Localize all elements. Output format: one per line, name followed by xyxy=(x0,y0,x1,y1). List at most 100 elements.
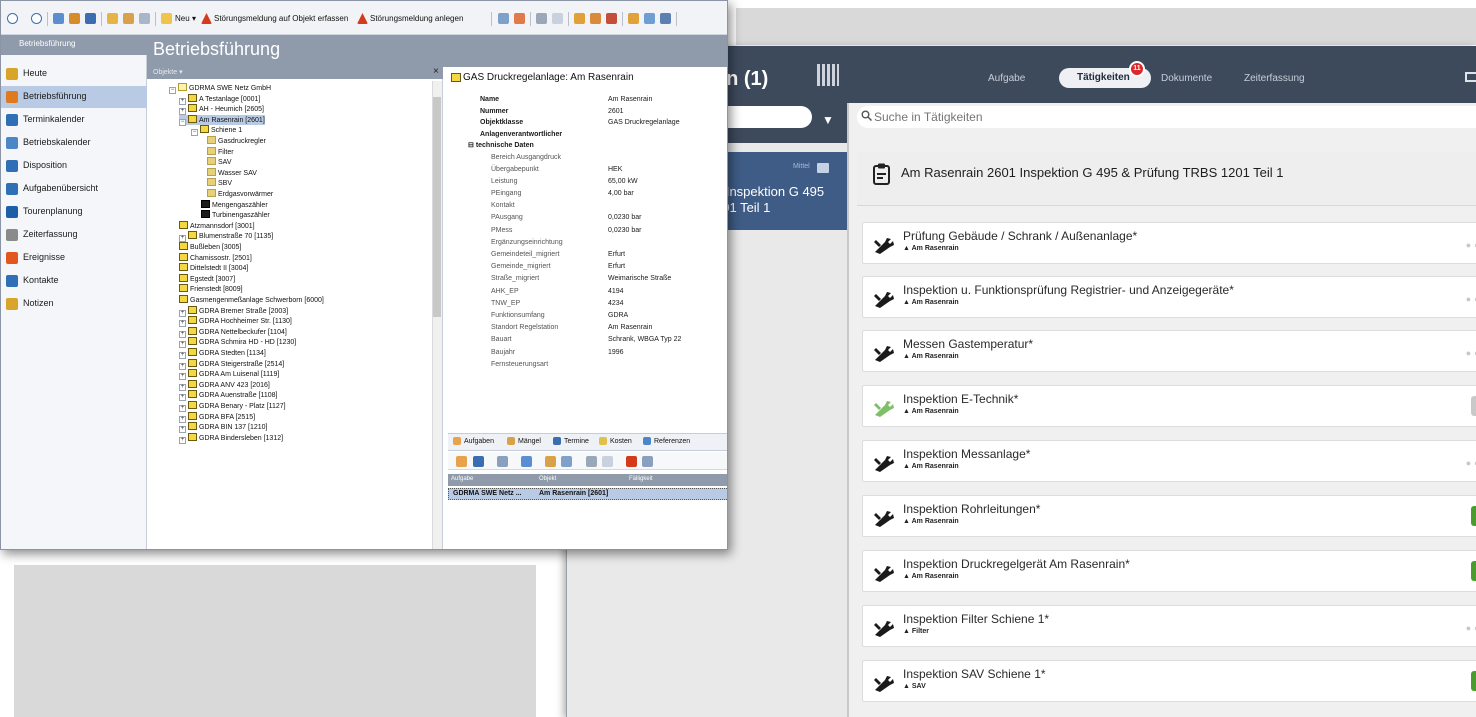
tree-node[interactable]: Mengengaszähler xyxy=(201,200,268,210)
tree-node[interactable]: + Blumenstraße 70 [1135] xyxy=(179,231,273,242)
tree-node[interactable]: Filter xyxy=(207,147,234,157)
archive-icon[interactable] xyxy=(660,13,671,24)
chevron-down-icon[interactable]: ▼ xyxy=(822,113,834,127)
tree-node[interactable]: + GDRA Benary - Platz [1127] xyxy=(179,401,286,412)
panel-divider[interactable] xyxy=(847,103,849,717)
tree-node[interactable]: Turbinengaszähler xyxy=(201,210,270,220)
column-header-aufgabe[interactable]: Aufgabe xyxy=(451,476,473,482)
close-icon[interactable]: × xyxy=(433,66,439,77)
tab-m-ngel[interactable]: Mängel xyxy=(518,438,541,445)
tree-root-node[interactable]: − GDRMA SWE Netz GmbH xyxy=(169,83,271,94)
person-icon[interactable] xyxy=(574,13,585,24)
tree-node[interactable]: Chamissostr. [2501] xyxy=(179,253,252,263)
create-fault-report-button[interactable]: Störungsmeldung anlegen xyxy=(370,13,463,25)
expand-toggle-icon[interactable]: + xyxy=(179,108,186,115)
group-icon[interactable] xyxy=(69,13,80,24)
expand-toggle-icon[interactable]: − xyxy=(179,119,186,126)
tab-referenzen[interactable]: Referenzen xyxy=(654,438,690,445)
preview-icon[interactable] xyxy=(552,13,563,24)
more-options-icon[interactable]: ●●● xyxy=(1466,623,1476,633)
nav-item-betriebsf-hrung[interactable]: Betriebsführung xyxy=(1,86,147,108)
calendar-icon[interactable] xyxy=(473,456,484,467)
activity-item[interactable]: Inspektion Druckregelgerät Am Rasenrain*… xyxy=(862,550,1476,592)
tree-node[interactable]: Wasser SAV xyxy=(207,168,257,178)
tree-node[interactable]: + GDRA Nettelbeckufer [1104] xyxy=(179,327,287,338)
checkmark-icon[interactable]: ✓ xyxy=(1471,671,1476,691)
tree-node[interactable]: Erdgasvorwärmer xyxy=(207,189,273,199)
tree-node[interactable]: Bußleben [3005] xyxy=(179,242,241,252)
tree-node[interactable]: + GDRA Stedten [1134] xyxy=(179,348,266,359)
tree-node[interactable]: Gasmengenmeßanlage Schwerborn [6000] xyxy=(179,295,324,305)
more-options-icon[interactable]: ●●● xyxy=(1466,294,1476,304)
print-icon[interactable] xyxy=(586,456,597,467)
activity-item[interactable]: Inspektion u. Funktionsprüfung Registrie… xyxy=(862,276,1476,318)
preview-icon[interactable] xyxy=(602,456,613,467)
report-icon[interactable] xyxy=(545,456,556,467)
search-input[interactable] xyxy=(874,107,1474,127)
person-group-icon[interactable] xyxy=(590,13,601,24)
report-fault-on-object-button[interactable]: Störungsmeldung auf Objekt erfassen xyxy=(214,13,348,25)
more-options-icon[interactable]: ●●● xyxy=(1466,348,1476,358)
tree-node[interactable]: Dittelstedt II [3004] xyxy=(179,263,248,273)
new-dropdown-icon[interactable]: ▾ xyxy=(192,13,196,25)
paste-icon[interactable] xyxy=(123,13,134,24)
tree-node[interactable]: − Schiene 1 xyxy=(191,125,242,136)
tree-node[interactable]: + GDRA Schmira HD - HD [1230] xyxy=(179,337,296,348)
mobile-left-search-input[interactable] xyxy=(717,106,812,128)
expand-toggle-icon[interactable]: + xyxy=(179,320,186,327)
activity-item[interactable]: Inspektion Rohrleitungen* ▲ Am Rasenrain ✓ xyxy=(862,495,1476,537)
nav-item-betriebskalender[interactable]: Betriebskalender xyxy=(1,132,147,154)
tree-node[interactable]: SAV xyxy=(207,157,232,167)
nav-item-notizen[interactable]: Notizen xyxy=(1,293,147,315)
nav-item-heute[interactable]: Heute xyxy=(1,63,147,85)
expand-toggle-icon[interactable]: + xyxy=(179,426,186,433)
logout-icon[interactable] xyxy=(1465,72,1476,82)
back-icon[interactable] xyxy=(7,13,18,24)
activity-item[interactable]: Messen Gastemperatur* ▲ Am Rasenrain ●●● xyxy=(862,330,1476,372)
grid-icon[interactable] xyxy=(644,13,655,24)
print-icon[interactable] xyxy=(536,13,547,24)
tab-dokumente[interactable]: Dokumente xyxy=(1161,73,1212,84)
delete-icon[interactable] xyxy=(626,456,637,467)
activity-item[interactable]: Prüfung Gebäude / Schrank / Außenanlage*… xyxy=(862,222,1476,264)
task-check-icon[interactable] xyxy=(456,456,467,467)
expand-toggle-icon[interactable]: + xyxy=(179,394,186,401)
expand-toggle-icon[interactable]: − xyxy=(169,87,176,94)
more-options-icon[interactable]: ●●● xyxy=(1466,458,1476,468)
column-header-faelligkeit[interactable]: Fälligkeit xyxy=(629,476,653,482)
tab-zeiterfassung[interactable]: Zeiterfassung xyxy=(1244,73,1305,84)
tree-node[interactable]: + GDRA BIN 137 [1210] xyxy=(179,422,267,433)
tab-kosten[interactable]: Kosten xyxy=(610,438,632,445)
qr-code-icon[interactable] xyxy=(817,64,839,86)
report-icon[interactable] xyxy=(498,13,509,24)
export-icon[interactable] xyxy=(606,13,617,24)
nav-item-kontakte[interactable]: Kontakte xyxy=(1,270,147,292)
tree-scrollbar-thumb[interactable] xyxy=(433,97,441,317)
forward-icon[interactable] xyxy=(31,13,42,24)
tab-aufgaben[interactable]: Aufgaben xyxy=(464,438,494,445)
tree-node[interactable]: + AH - Heumich [2605] xyxy=(179,104,264,115)
task-icon[interactable] xyxy=(628,13,639,24)
nav-item-zeiterfassung[interactable]: Zeiterfassung xyxy=(1,224,147,246)
activity-item[interactable]: Inspektion Filter Schiene 1* ▲ Filter ●●● xyxy=(862,605,1476,647)
nav-item-tourenplanung[interactable]: Tourenplanung xyxy=(1,201,147,223)
tree-node[interactable]: Atzmannsdorf [3001] xyxy=(179,221,255,231)
property-section-header[interactable]: ⊟ technische Daten xyxy=(468,141,534,151)
tree-node[interactable]: + GDRA Bindersleben [1312] xyxy=(179,433,283,444)
activity-item[interactable]: Inspektion SAV Schiene 1* ▲ SAV ✓ xyxy=(862,660,1476,702)
tree-node[interactable]: Gasdruckregler xyxy=(207,136,266,146)
filter-icon[interactable] xyxy=(497,456,508,467)
tree-node[interactable]: + GDRA Bremer Straße [2003] xyxy=(179,306,288,317)
tree-node[interactable]: + GDRA Hochheimer Str. [1130] xyxy=(179,316,292,327)
activity-item[interactable]: Inspektion E-Technik* ▲ Am Rasenrain ✓ xyxy=(862,385,1476,427)
user-icon[interactable] xyxy=(53,13,64,24)
checkmark-icon[interactable]: ✓ xyxy=(1471,506,1476,526)
tree-node[interactable]: + GDRA Steigerstraße [2514] xyxy=(179,359,284,370)
collapse-toggle-icon[interactable]: ⊟ xyxy=(468,142,476,149)
tree-node[interactable]: + GDRA Am Luisenal [1119] xyxy=(179,369,279,380)
tree-node[interactable]: + A Testanlage [0001] xyxy=(179,94,260,105)
tree-node[interactable]: + GDRA BFA [2515] xyxy=(179,412,255,423)
table-icon[interactable] xyxy=(561,456,572,467)
expand-toggle-icon[interactable]: + xyxy=(179,352,186,359)
nav-item-ereignisse[interactable]: Ereignisse xyxy=(1,247,147,269)
